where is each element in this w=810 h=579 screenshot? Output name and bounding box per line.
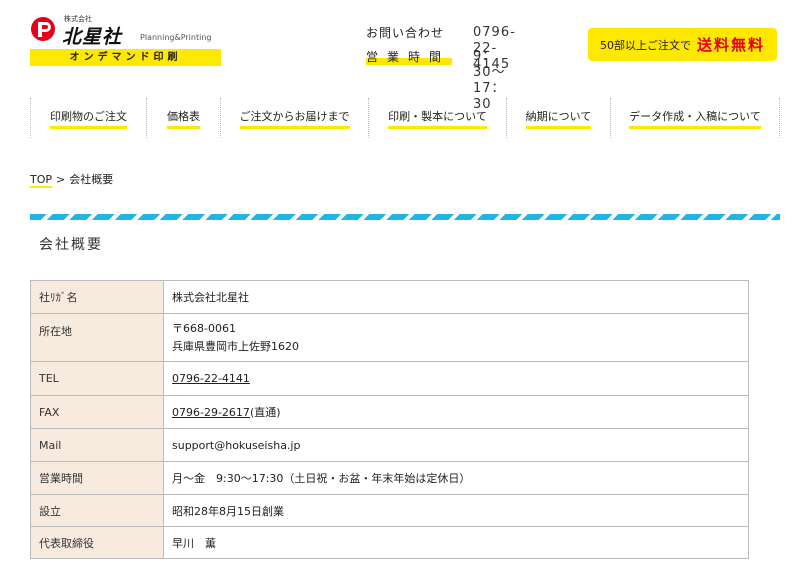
nav-item-order[interactable]: 印刷物のご注文 bbox=[30, 98, 146, 138]
table-row: TEL 0796-22-4141 bbox=[30, 361, 749, 396]
nav-item-printing[interactable]: 印刷・製本について bbox=[368, 98, 506, 138]
breadcrumb: TOP > 会社概要 bbox=[30, 171, 114, 188]
tel-link[interactable]: 0796-22-4141 bbox=[172, 372, 250, 385]
page-title: 会社概要 bbox=[39, 237, 103, 253]
nav-item-delivery[interactable]: 納期について bbox=[506, 98, 610, 138]
address: 兵庫県豊岡市上佐野1620 bbox=[172, 339, 299, 353]
inquiry-label: お問い合わせ bbox=[366, 26, 445, 40]
row-value: 0796-22-4141 bbox=[163, 361, 749, 396]
table-row: 社ﾘｶﾞ名 株式会社北星社 bbox=[30, 280, 749, 314]
table-row: FAX 0796-29-2617(直通) bbox=[30, 395, 749, 429]
row-value: 株式会社北星社 bbox=[163, 280, 749, 314]
section-divider bbox=[30, 214, 780, 220]
nav-item-price[interactable]: 価格表 bbox=[146, 98, 220, 138]
row-value: 〒668-0061 兵庫県豊岡市上佐野1620 bbox=[163, 313, 749, 362]
row-key: Mail bbox=[30, 428, 164, 462]
table-row: Mail support@hokuseisha.jp bbox=[30, 428, 749, 462]
logo-name: 北星社 bbox=[62, 26, 123, 48]
table-row: 営業時間 月〜金 9:30〜17:30（土日祝・お盆・年末年始は定休日） bbox=[30, 461, 749, 495]
row-key: 代表取締役 bbox=[30, 526, 164, 559]
row-value: 月〜金 9:30〜17:30（土日祝・お盆・年末年始は定休日） bbox=[163, 461, 749, 495]
row-key: TEL bbox=[30, 361, 164, 396]
logo-subtitle: Planning&Printing bbox=[140, 33, 212, 42]
fax-suffix: (直通) bbox=[249, 406, 281, 419]
breadcrumb-current: 会社概要 bbox=[69, 173, 114, 186]
free-shipping-banner: 50部以上ご注文で 送料無料 bbox=[588, 28, 777, 61]
site-logo[interactable]: 株式会社 北星社 Planning&Printing オンデマンド印刷 bbox=[30, 14, 225, 70]
logo-mark-icon bbox=[31, 17, 55, 41]
nav-label: 価格表 bbox=[167, 108, 200, 129]
logo-band: オンデマンド印刷 bbox=[30, 49, 221, 66]
postal-code: 〒668-0061 bbox=[172, 321, 236, 335]
nav-label: 納期について bbox=[525, 108, 592, 129]
row-key: FAX bbox=[30, 395, 164, 429]
fax-link[interactable]: 0796-29-2617 bbox=[172, 406, 250, 419]
row-key: 社ﾘｶﾞ名 bbox=[30, 280, 164, 314]
banner-highlight: 送料無料 bbox=[696, 36, 765, 54]
global-nav: 印刷物のご注文 価格表 ご注文からお届けまで 印刷・製本について 納期について … bbox=[30, 98, 780, 138]
nav-label: 印刷・製本について bbox=[388, 108, 487, 129]
nav-item-flow[interactable]: ご注文からお届けまで bbox=[220, 98, 368, 138]
nav-label: ご注文からお届けまで bbox=[239, 108, 350, 129]
row-key: 設立 bbox=[30, 494, 164, 527]
nav-label: 印刷物のご注文 bbox=[50, 108, 127, 129]
company-info-table: 社ﾘｶﾞ名 株式会社北星社 所在地 〒668-0061 兵庫県豊岡市上佐野162… bbox=[30, 280, 749, 559]
hours-label: 営業時間 bbox=[366, 49, 452, 65]
row-value: support@hokuseisha.jp bbox=[163, 428, 749, 462]
breadcrumb-top-link[interactable]: TOP bbox=[30, 173, 53, 188]
nav-label: データ作成・入稿について bbox=[629, 108, 761, 129]
nav-item-data[interactable]: データ作成・入稿について bbox=[610, 98, 780, 138]
row-key: 所在地 bbox=[30, 313, 164, 362]
row-value: 0796-29-2617(直通) bbox=[163, 395, 749, 429]
row-key: 営業時間 bbox=[30, 461, 164, 495]
banner-text: 50部以上ご注文で bbox=[599, 38, 691, 52]
table-row: 設立 昭和28年8月15日創業 bbox=[30, 494, 749, 527]
table-row: 所在地 〒668-0061 兵庫県豊岡市上佐野1620 bbox=[30, 313, 749, 362]
row-value: 早川 薫 bbox=[163, 526, 749, 559]
table-row: 代表取締役 早川 薫 bbox=[30, 526, 749, 559]
row-value: 昭和28年8月15日創業 bbox=[163, 494, 749, 527]
breadcrumb-separator: > bbox=[56, 173, 66, 186]
